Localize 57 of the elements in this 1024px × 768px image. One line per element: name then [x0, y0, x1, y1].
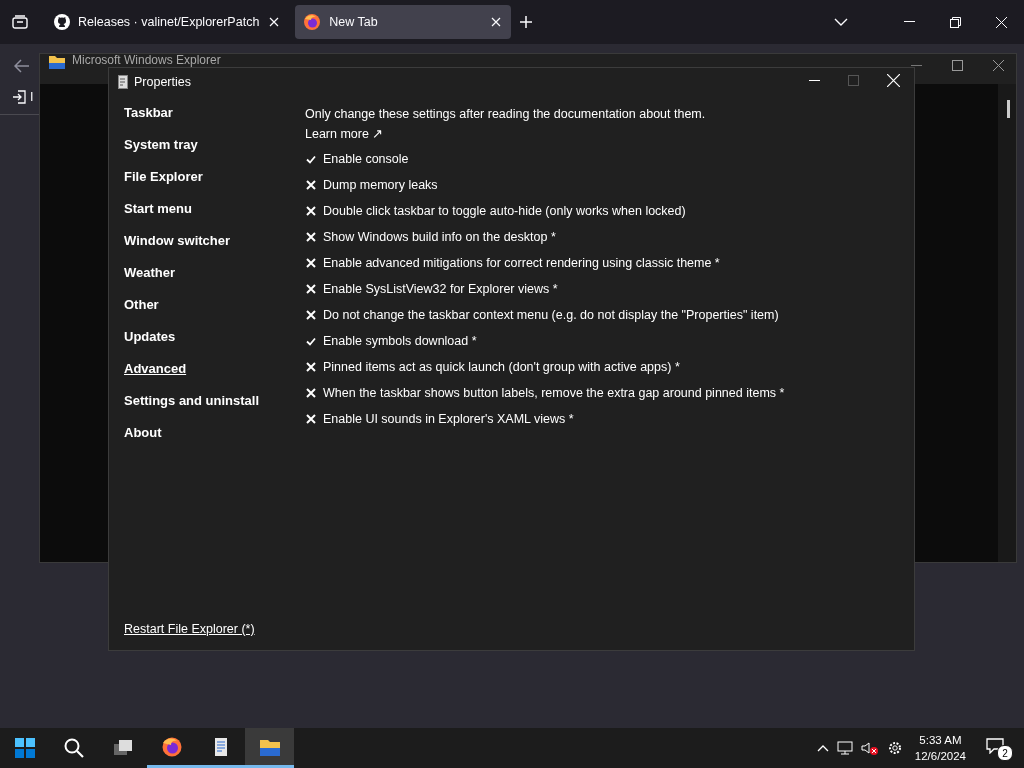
muted-speaker-icon[interactable] — [860, 741, 879, 755]
option-toggle[interactable]: Dump memory leaks — [305, 176, 438, 194]
search-icon — [62, 737, 85, 759]
option-toggle[interactable]: Enable UI sounds in Explorer's XAML views * — [305, 410, 574, 428]
nav-item[interactable]: About — [124, 424, 162, 442]
option-toggle[interactable]: Enable advanced mitigations for correct rendering using classic theme * — [305, 254, 720, 272]
minimize-icon[interactable] — [903, 21, 915, 23]
nav-item[interactable]: File Explorer — [124, 168, 203, 186]
option-toggle[interactable]: Enable symbols download * — [305, 332, 477, 350]
intro-text: Only change these settings after reading the documentation about them. — [305, 106, 707, 123]
chevron-down-icon[interactable] — [834, 18, 848, 26]
window-title: Properties — [134, 75, 191, 89]
close-icon[interactable] — [993, 60, 1004, 71]
nav-item[interactable]: Advanced — [124, 360, 187, 378]
new-tab-icon[interactable] — [519, 15, 534, 29]
clock-date[interactable]: 12/6/2024 — [914, 748, 966, 764]
option-toggle[interactable]: Enable console — [305, 150, 409, 168]
maximize-icon[interactable] — [952, 60, 963, 71]
nav-item[interactable]: Weather — [124, 264, 176, 282]
option-toggle[interactable]: Show Windows build info on the desktop * — [305, 228, 556, 246]
clock-time[interactable]: 5:33 AM — [919, 732, 962, 748]
fox-globe-icon — [303, 13, 322, 31]
settings-icon[interactable] — [886, 740, 903, 756]
option-toggle[interactable]: Double click taskbar to toggle auto-hide (only works when locked) — [305, 202, 686, 220]
import-icon — [12, 90, 26, 104]
option-toggle[interactable]: When the taskbar shows button labels, remove the extra gap around pinned items * — [305, 384, 785, 402]
window-title: Microsoft Windows Explorer — [72, 54, 221, 67]
start-icon — [13, 737, 36, 759]
network-icon[interactable] — [836, 741, 853, 755]
notification-icon[interactable] — [986, 738, 1004, 754]
cat-logo-icon — [54, 14, 70, 30]
bookmark-label[interactable]: I — [30, 90, 34, 104]
learn-more-link[interactable]: Learn more ↗ — [305, 124, 384, 144]
browser-tab[interactable]: New Tab — [295, 5, 512, 39]
browser-tab[interactable]: Releases · valinet/ExplorerPatch — [46, 5, 290, 39]
chevron-up-icon[interactable] — [816, 744, 829, 752]
restore-icon[interactable] — [949, 16, 961, 28]
fox-globe-icon — [160, 735, 183, 758]
nav-item[interactable]: Other — [124, 296, 159, 314]
option-toggle[interactable]: Enable SysListView32 for Explorer views * — [305, 280, 558, 298]
nav-item[interactable]: Start menu — [124, 200, 192, 218]
nav-item[interactable]: System tray — [124, 136, 198, 154]
back-arrow-icon[interactable] — [14, 59, 30, 73]
document-icon — [118, 75, 128, 89]
scrollbar-thumb[interactable] — [1007, 100, 1010, 118]
nav-item[interactable]: Window switcher — [124, 232, 231, 250]
option-toggle[interactable]: Do not change the taskbar context menu (e.g. do not display the "Properties" item) — [305, 306, 779, 324]
notification-count: 2 — [997, 745, 1013, 761]
nav-item[interactable]: Taskbar — [124, 104, 173, 122]
maximize-icon — [848, 75, 859, 86]
nav-item[interactable]: Settings and uninstall — [124, 392, 260, 410]
option-toggle[interactable]: Pinned items act as quick launch (don't group with active apps) * — [305, 358, 680, 376]
tab-list-icon[interactable] — [12, 15, 28, 29]
taskbar-button[interactable] — [245, 728, 294, 768]
restart-link[interactable]: Restart File Explorer (*) — [124, 622, 255, 636]
nav-item[interactable]: Updates — [124, 328, 176, 346]
folder-icon — [48, 54, 66, 70]
